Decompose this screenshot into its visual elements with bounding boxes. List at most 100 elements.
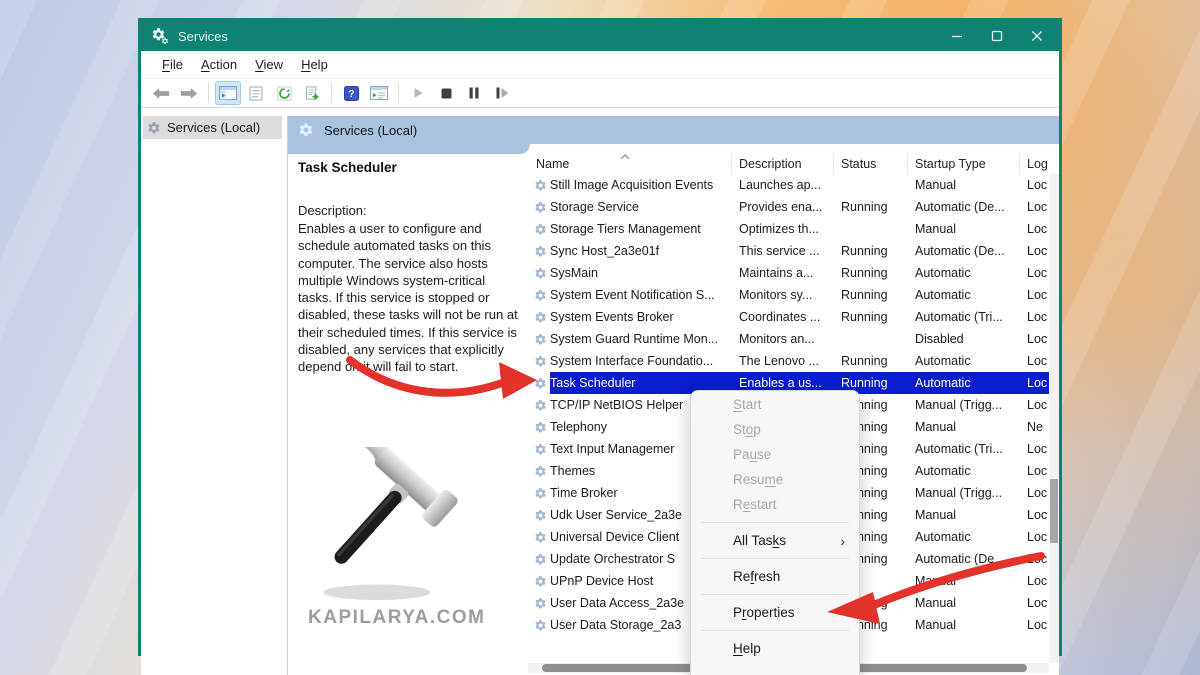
tree-item-services-local[interactable]: Services (Local): [143, 116, 282, 139]
service-gear-icon: [528, 416, 550, 438]
new-window-icon[interactable]: [367, 82, 391, 104]
services-local-banner: Services (Local): [288, 116, 1059, 144]
close-button[interactable]: [1017, 21, 1057, 51]
context-menu-item[interactable]: Start: [691, 392, 859, 417]
column-header-name[interactable]: Name: [528, 154, 732, 174]
service-row[interactable]: System Event Notification S... Monitors …: [528, 284, 1049, 306]
service-description: The Lenovo ...: [732, 354, 834, 368]
column-header-description[interactable]: Description: [732, 154, 834, 174]
menu-separator: [701, 630, 849, 631]
service-gear-icon: [528, 350, 550, 372]
service-row[interactable]: System Events Broker Coordinates ... Run…: [528, 306, 1049, 328]
title-bar: Services: [141, 21, 1059, 51]
service-description: Enables a us...: [732, 376, 834, 390]
properties-icon[interactable]: [244, 82, 268, 104]
menu-bar-item[interactable]: File: [153, 51, 192, 78]
toolbar-separator: [398, 83, 399, 103]
context-menu-item[interactable]: Resume: [691, 467, 859, 492]
service-log-on-as: Loc: [1020, 574, 1049, 588]
context-menu-item[interactable]: Properties: [691, 600, 859, 625]
pause-service-icon[interactable]: [462, 82, 486, 104]
service-name: System Events Broker: [550, 310, 732, 324]
toolbar-separator: [331, 83, 332, 103]
service-description: Launches ap...: [732, 178, 834, 192]
context-menu-item[interactable]: Stop: [691, 417, 859, 442]
service-row[interactable]: System Interface Foundatio... The Lenovo…: [528, 350, 1049, 372]
service-gear-icon: [528, 526, 550, 548]
start-service-icon[interactable]: [406, 82, 430, 104]
service-gear-icon: [528, 306, 550, 328]
menu-bar-item[interactable]: Help: [292, 51, 337, 78]
service-row[interactable]: Storage Tiers Management Optimizes th...…: [528, 218, 1049, 240]
service-log-on-as: Ne: [1020, 420, 1049, 434]
service-name: Still Image Acquisition Events: [550, 178, 732, 192]
back-icon[interactable]: [149, 82, 173, 104]
show-hide-console-tree-icon[interactable]: [216, 82, 240, 104]
service-startup-type: Automatic (Tri...: [908, 442, 1020, 456]
service-startup-type: Automatic (Tri...: [908, 310, 1020, 324]
service-log-on-as: Loc: [1020, 486, 1049, 500]
vertical-scrollbar[interactable]: [1049, 174, 1059, 663]
sort-ascending-icon: [620, 154, 630, 160]
service-row[interactable]: Still Image Acquisition Events Launches …: [528, 174, 1049, 196]
extended-view-tab-curve: [288, 144, 1059, 154]
service-log-on-as: Loc: [1020, 464, 1049, 478]
service-gear-icon: [528, 284, 550, 306]
menu-bar-item[interactable]: Action: [192, 51, 246, 78]
service-startup-type: Manual: [908, 420, 1020, 434]
service-description: Maintains a...: [732, 266, 834, 280]
vertical-scrollbar-thumb[interactable]: [1050, 479, 1058, 543]
forward-icon[interactable]: [177, 82, 201, 104]
minimize-button[interactable]: [937, 21, 977, 51]
service-startup-type: Manual: [908, 178, 1020, 192]
service-log-on-as: Loc: [1020, 552, 1049, 566]
service-startup-type: Manual: [908, 618, 1020, 632]
menu-separator: [701, 594, 849, 595]
service-startup-type: Automatic (De...: [908, 244, 1020, 258]
watermark-text: KAPILARYA.COM: [308, 607, 486, 629]
service-gear-icon: [528, 328, 550, 350]
service-gear-icon: [528, 570, 550, 592]
context-menu-item[interactable]: Refresh: [691, 564, 859, 589]
help-icon[interactable]: ?: [339, 82, 363, 104]
service-description: Monitors sy...: [732, 288, 834, 302]
service-description-panel: Task Scheduler Description: Enables a us…: [288, 154, 528, 675]
service-startup-type: Automatic (De...: [908, 200, 1020, 214]
service-log-on-as: Loc: [1020, 266, 1049, 280]
menu-bar-item[interactable]: View: [246, 51, 292, 78]
service-name: Storage Service: [550, 200, 732, 214]
menu-bar: FileActionViewHelp: [141, 51, 1059, 79]
service-description: This service ...: [732, 244, 834, 258]
maximize-button[interactable]: [977, 21, 1017, 51]
column-header-startup-type[interactable]: Startup Type: [908, 154, 1020, 174]
restart-service-icon[interactable]: [490, 82, 514, 104]
service-startup-type: Manual: [908, 508, 1020, 522]
service-row[interactable]: Storage Service Provides ena... Running …: [528, 196, 1049, 218]
context-menu-item[interactable]: All Tasks ›: [691, 528, 859, 553]
service-gear-icon: [528, 482, 550, 504]
service-startup-type: Automatic: [908, 288, 1020, 302]
service-startup-type: Automatic: [908, 464, 1020, 478]
column-header-log-on-as[interactable]: Log: [1020, 154, 1059, 174]
service-startup-type: Manual (Trigg...: [908, 398, 1020, 412]
refresh-icon[interactable]: [272, 82, 296, 104]
stop-service-icon[interactable]: [434, 82, 458, 104]
service-startup-type: Manual (Trigg...: [908, 486, 1020, 500]
service-log-on-as: Loc: [1020, 618, 1049, 632]
service-row[interactable]: Sync Host_2a3e01f This service ... Runni…: [528, 240, 1049, 262]
service-description: Monitors an...: [732, 332, 834, 346]
export-list-icon[interactable]: [300, 82, 324, 104]
context-menu-item[interactable]: Help: [691, 636, 859, 661]
banner-label: Services (Local): [324, 123, 417, 138]
service-row[interactable]: SysMain Maintains a... Running Automatic…: [528, 262, 1049, 284]
context-menu-item[interactable]: Restart: [691, 492, 859, 517]
service-startup-type: Automatic: [908, 530, 1020, 544]
service-gear-icon: [528, 218, 550, 240]
column-header-status[interactable]: Status: [834, 154, 908, 174]
service-row[interactable]: System Guard Runtime Mon... Monitors an.…: [528, 328, 1049, 350]
submenu-arrow-icon: ›: [840, 533, 845, 549]
service-status: Running: [834, 266, 908, 280]
context-menu-item[interactable]: Pause: [691, 442, 859, 467]
service-gear-icon: [528, 460, 550, 482]
service-name: Task Scheduler: [550, 376, 732, 390]
